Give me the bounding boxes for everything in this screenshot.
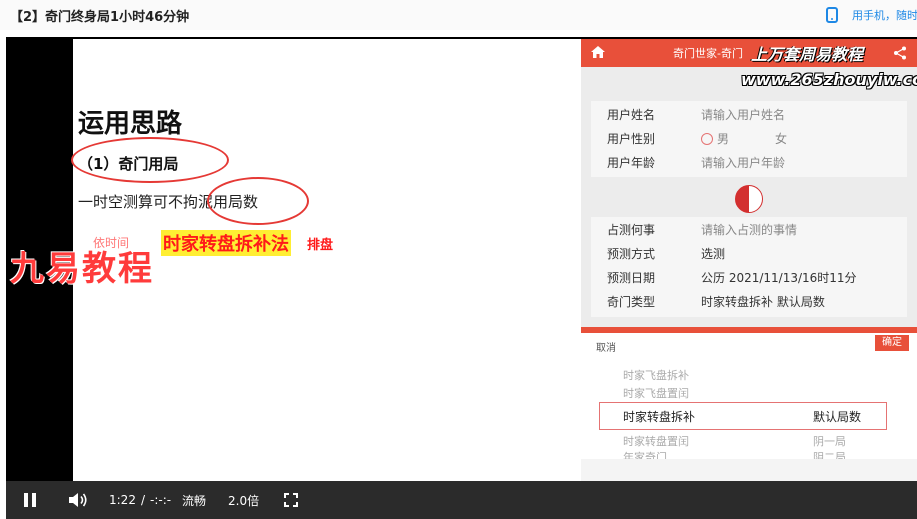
form-label: 占测何事 (607, 222, 656, 237)
time-total: -:-:- (150, 493, 172, 507)
form-value: 请输入用户姓名 (701, 107, 786, 122)
form-row-gender[interactable]: 用户性别 男 女 (607, 127, 787, 149)
form-value: 请输入用户年龄 (701, 155, 786, 170)
quality-button[interactable]: 流畅 (182, 481, 206, 519)
yin-yang-icon (735, 185, 763, 213)
form-label: 用户年龄 (607, 155, 656, 170)
annotation-circle-juju (207, 177, 309, 225)
app-header: 奇门世家-奇门 (581, 39, 917, 67)
top-bar: 【2】奇门终身局1小时46分钟 用手机，随时 (0, 0, 917, 30)
type-picker[interactable]: 取消 确定 时家飞盘拆补 时家飞盘置闰 时家转盘拆补 默认局数 时家转盘置闰 阴… (581, 327, 917, 481)
user-info-card: 用户姓名 请输入用户姓名 用户性别 男 女 用户年龄 请输入用户年龄 (591, 101, 907, 177)
time-current: 1:22 (109, 493, 136, 507)
fullscreen-button[interactable] (284, 481, 298, 519)
form-row-matter[interactable]: 占测何事 请输入占测的事情 (607, 218, 797, 240)
slide-highlight-tail: 排盘 (307, 238, 334, 253)
picker-top-bar (581, 327, 917, 333)
form-label: 奇门类型 (607, 294, 656, 309)
form-row-type[interactable]: 奇门类型 时家转盘拆补 默认局数 (607, 290, 825, 312)
watermark-url: www.265zhouyiw.com (741, 70, 917, 89)
pause-button[interactable] (24, 481, 36, 519)
form-label: 用户姓名 (607, 107, 656, 122)
home-icon (591, 46, 605, 58)
pause-icon (24, 493, 36, 507)
form-value: 时家转盘拆补 默认局数 (701, 294, 825, 309)
picker-cancel-button[interactable]: 取消 (596, 339, 616, 354)
fullscreen-icon (284, 493, 298, 507)
form-value: 选测 (701, 246, 726, 261)
form-value: 请输入占测的事情 (701, 222, 798, 237)
prediction-card: 占测何事 请输入占测的事情 预测方式 选测 预测日期 公历 2021/11/13… (591, 217, 907, 317)
form-value: 公历 2021/11/13/16时11分 (701, 270, 857, 285)
time-separator: / (140, 493, 145, 507)
radio-icon[interactable] (701, 133, 713, 145)
slide-heading: 运用思路 (78, 109, 183, 139)
form-row-method[interactable]: 预测方式 选测 (607, 242, 725, 264)
app-tab-bar (581, 459, 917, 481)
picker-selection-box (599, 402, 887, 430)
volume-icon (69, 493, 87, 507)
volume-button[interactable] (68, 481, 88, 519)
form-value-alt[interactable]: 女 (775, 130, 787, 147)
video-title: 【2】奇门终身局1小时46分钟 (10, 10, 190, 25)
time-display: 1:22 / -:-:- (109, 481, 171, 519)
speed-button[interactable]: 2.0倍 (228, 481, 259, 519)
picker-option[interactable]: 时家转盘置闰 (623, 433, 689, 449)
form-row-date[interactable]: 预测日期 公历 2021/11/13/16时11分 (607, 266, 857, 288)
picker-option[interactable]: 时家飞盘拆补 (623, 367, 689, 383)
player-control-bar: 1:22 / -:-:- 流畅 2.0倍 (6, 481, 917, 519)
app-header-title: 奇门世家-奇门 (673, 47, 743, 60)
annotation-circle-subheading (71, 137, 229, 183)
form-label: 用户性别 (607, 131, 656, 146)
video-player[interactable]: 运用思路 （1）奇门用局 一时空测算可不拘泥用局数 依时间 时家转盘拆补法 排盘… (6, 37, 917, 519)
form-row-age[interactable]: 用户年龄 请输入用户年龄 (607, 151, 785, 173)
share-icon (894, 46, 906, 60)
mobile-link-label: 用手机，随时 (852, 9, 917, 22)
mobile-phone-icon (826, 7, 838, 23)
form-label: 预测日期 (607, 270, 656, 285)
slide-highlight-text: 时家转盘拆补法 (161, 230, 291, 256)
picker-option-right[interactable]: 阴一局 (813, 433, 846, 449)
mobile-watch-link[interactable]: 用手机，随时 (826, 5, 917, 25)
phone-app-screen: 奇门世家-奇门 上万套周易教程 www.265zhouyiw.com 用户姓名 … (581, 39, 917, 481)
picker-confirm-button[interactable]: 确定 (875, 335, 909, 351)
watermark-logo: 九易教程 (10, 249, 154, 289)
form-row-name[interactable]: 用户姓名 请输入用户姓名 (607, 103, 785, 125)
picker-option[interactable]: 时家飞盘置闰 (623, 385, 689, 401)
watermark-book-count: 上万套周易教程 (751, 45, 864, 64)
form-value: 男 (717, 131, 730, 146)
form-label: 预测方式 (607, 246, 656, 261)
